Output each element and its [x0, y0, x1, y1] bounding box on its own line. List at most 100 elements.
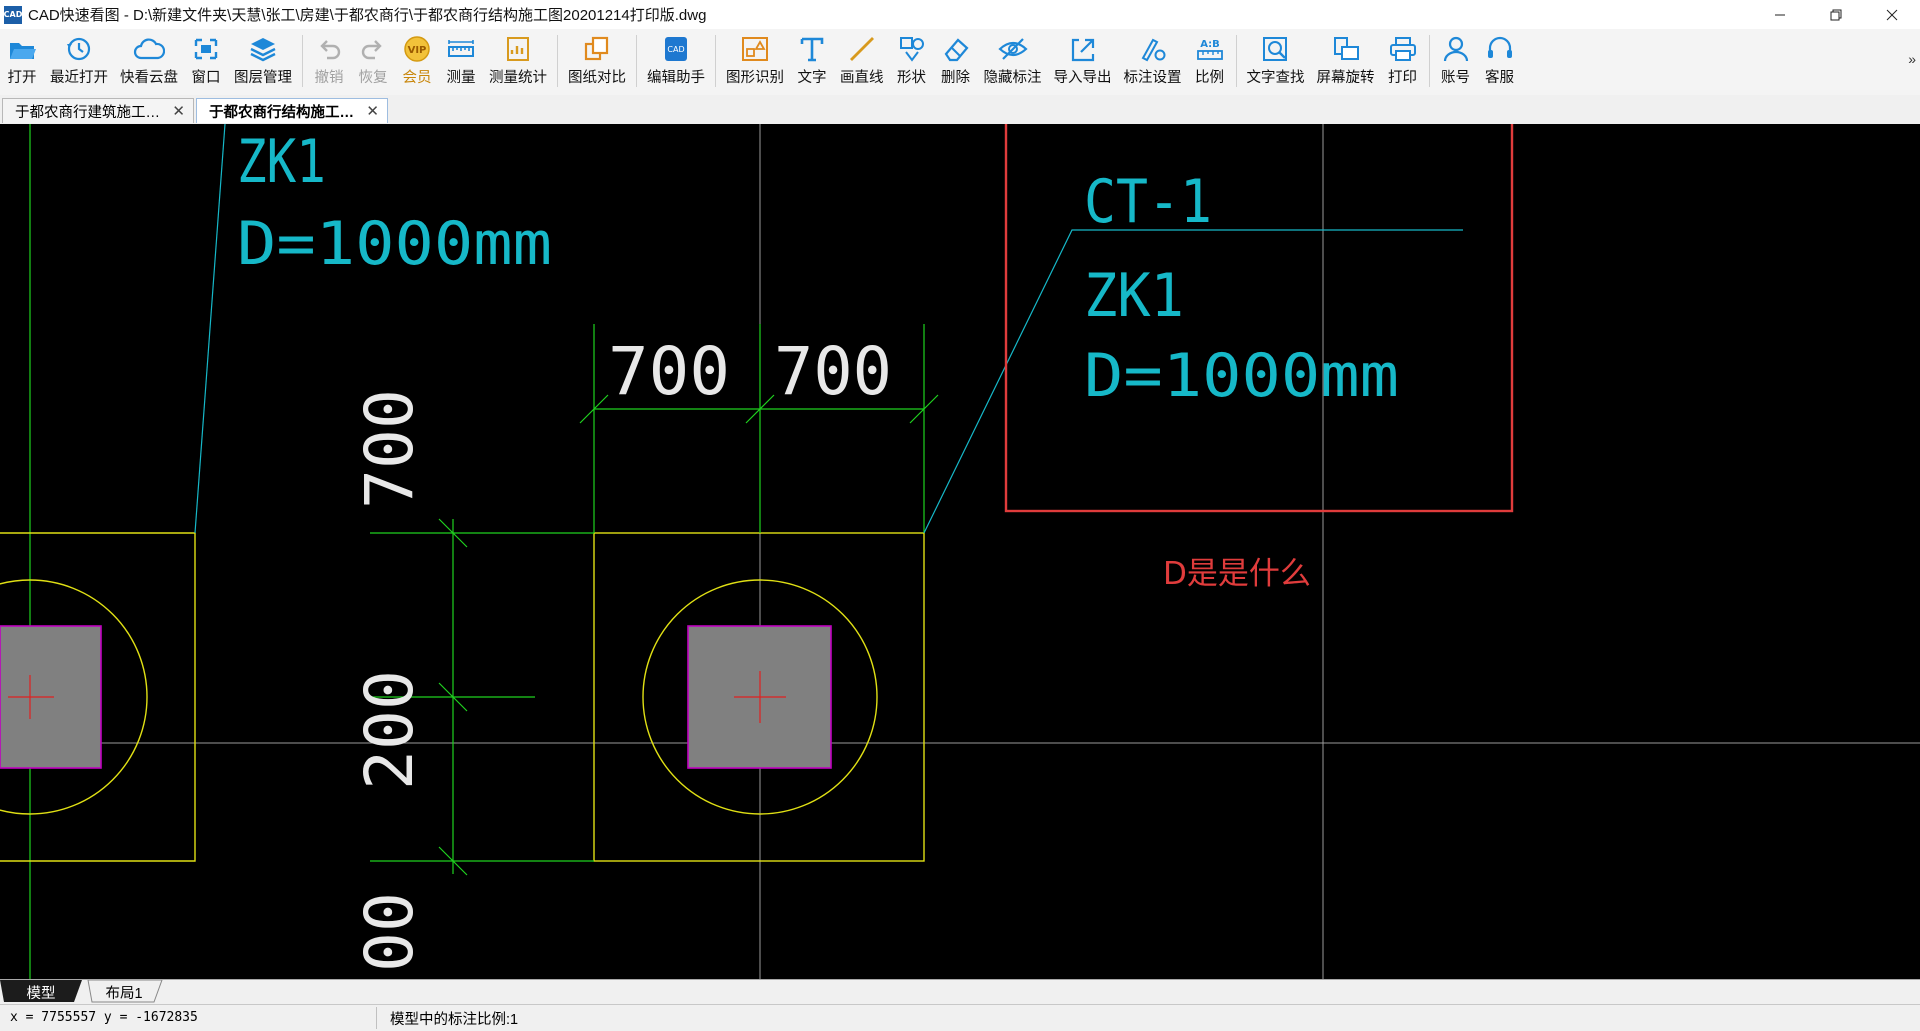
delete-button[interactable]: 删除 — [934, 29, 978, 91]
scale-label: 比例 — [1195, 70, 1224, 86]
annotation-scale: 模型中的标注比例:1 — [390, 1012, 519, 1028]
toolbar-divider — [1428, 35, 1430, 87]
hide-annotation-label: 隐藏标注 — [983, 70, 1042, 86]
tab-model[interactable]: 模型 — [6, 980, 76, 1004]
layers-icon — [250, 38, 276, 62]
compare-icon — [584, 36, 609, 61]
cad-drawing: ZK1 D=1000mm 700 700 700 200 00 CT-1 ZK1… — [0, 124, 1920, 979]
toolbar-overflow-icon[interactable]: » — [1908, 51, 1916, 67]
shape-recognize-button[interactable]: 图形识别 — [720, 29, 790, 91]
dim-text-700: 700 — [608, 333, 730, 410]
measure-button[interactable]: 测量 — [439, 29, 483, 91]
layer-manager-button[interactable]: 图层管理 — [228, 29, 298, 91]
recent-clock-icon — [67, 37, 91, 61]
ruler-icon — [448, 40, 474, 57]
edit-assistant-label: 编辑助手 — [647, 70, 705, 86]
shapes-icon — [899, 37, 924, 62]
leader-line — [194, 124, 226, 534]
customer-service-button[interactable]: 客服 — [1478, 29, 1522, 91]
rotate-screen-button[interactable]: 屏幕旋转 — [1311, 29, 1381, 91]
undo-button[interactable]: 撤销 — [307, 29, 351, 91]
restore-button[interactable] — [1808, 0, 1864, 29]
dim-text-700: 700 — [774, 333, 892, 410]
print-button[interactable]: 打印 — [1381, 29, 1425, 91]
toolbar-divider — [302, 35, 303, 87]
text-search-icon — [1262, 37, 1287, 61]
document-tab-bar: 于都农商行建筑施工… ✕ 于都农商行结构施工… ✕ — [0, 95, 1920, 125]
dim-text-00-vertical: 00 — [351, 892, 428, 972]
tab-label: 于都农商行建筑施工… — [15, 104, 160, 121]
dim-text-700-vertical: 700 — [351, 389, 428, 509]
svg-text:A:B: A:B — [1200, 39, 1220, 50]
undo-icon — [320, 40, 341, 60]
cloud-disk-label: 快看云盘 — [120, 70, 178, 86]
scale-icon: A:B — [1196, 39, 1223, 60]
close-window-button[interactable] — [1864, 0, 1920, 29]
toolbar-divider — [715, 35, 716, 87]
edit-assistant-icon: CAD — [665, 37, 687, 61]
compare-drawings-button[interactable]: 图纸对比 — [562, 29, 632, 91]
eraser-icon — [944, 38, 969, 62]
delete-label: 删除 — [941, 70, 970, 86]
print-label: 打印 — [1388, 70, 1417, 86]
pile-cap-label-ct1: CT-1 — [1084, 167, 1212, 237]
dim-text-200-vertical: 200 — [351, 670, 428, 790]
headset-icon — [1487, 36, 1512, 58]
tab-architecture-drawing[interactable]: 于都农商行建筑施工… ✕ — [2, 98, 194, 123]
draw-line-button[interactable]: 画直线 — [834, 29, 890, 91]
layer-manager-label: 图层管理 — [234, 70, 292, 86]
tab-structure-drawing[interactable]: 于都农商行结构施工… ✕ — [196, 98, 388, 123]
tab-label: 于都农商行结构施工… — [209, 104, 354, 121]
app-logo-icon: CAD — [4, 5, 22, 24]
toolbar-divider — [636, 35, 637, 87]
redo-icon — [361, 40, 382, 60]
undo-label: 撤销 — [314, 70, 344, 86]
tab-close-icon[interactable]: ✕ — [366, 102, 379, 120]
toolbar-divider — [557, 35, 558, 87]
tab-close-icon[interactable]: ✕ — [172, 102, 185, 120]
pile-label-zk1-top: ZK1 — [237, 126, 326, 196]
text-label: 文字 — [797, 70, 827, 86]
draw-line-label: 画直线 — [840, 70, 884, 86]
annotation-settings-button[interactable]: 标注设置 — [1118, 29, 1188, 91]
import-export-button[interactable]: 导入导出 — [1048, 29, 1118, 91]
recent-open-label: 最近打开 — [50, 70, 108, 86]
measure-stats-button[interactable]: 测量统计 — [483, 29, 553, 91]
text-button[interactable]: 文字 — [790, 29, 834, 91]
minimize-button[interactable] — [1752, 0, 1808, 29]
close-icon — [1886, 9, 1898, 20]
toolbar-divider — [1235, 35, 1237, 87]
hide-annotation-button[interactable]: 隐藏标注 — [978, 29, 1048, 91]
open-button[interactable]: 打开 — [0, 29, 44, 91]
shape-recognize-icon — [742, 37, 768, 61]
pile-label-zk1: ZK1 — [1084, 261, 1184, 331]
measure-stats-icon — [507, 37, 529, 61]
shapes-button[interactable]: 形状 — [890, 29, 934, 91]
scale-button[interactable]: A:B 比例 — [1188, 29, 1232, 91]
text-search-label: 文字查找 — [1246, 70, 1305, 86]
highlight-box — [1004, 124, 1514, 513]
vip-icon: VIP — [404, 36, 430, 62]
recent-open-button[interactable]: 最近打开 — [44, 29, 114, 91]
window-controls — [1752, 0, 1920, 29]
account-button[interactable]: 账号 — [1434, 29, 1478, 91]
measure-stats-label: 测量统计 — [489, 70, 547, 86]
svg-text:CAD: CAD — [667, 45, 684, 54]
redo-button[interactable]: 恢复 — [351, 29, 395, 91]
folder-open-icon — [10, 43, 36, 59]
import-export-label: 导入导出 — [1053, 70, 1112, 86]
window-button[interactable]: 窗口 — [184, 29, 228, 91]
tab-layout1-label: 布局1 — [105, 985, 143, 1002]
edit-assistant-button[interactable]: CAD 编辑助手 — [641, 29, 711, 91]
redo-label: 恢复 — [358, 70, 388, 86]
line-icon — [849, 37, 874, 61]
text-search-button[interactable]: 文字查找 — [1241, 29, 1311, 91]
layout-tab-bar: 模型 布局1 — [0, 979, 1920, 1005]
minimize-icon — [1775, 14, 1785, 15]
drawing-canvas[interactable]: ZK1 D=1000mm 700 700 700 200 00 CT-1 ZK1… — [0, 124, 1920, 979]
svg-text:VIP: VIP — [408, 45, 427, 56]
printer-icon — [1389, 37, 1416, 61]
tab-layout1[interactable]: 布局1 — [90, 980, 158, 1004]
vip-button[interactable]: VIP 会员 — [395, 29, 439, 91]
cloud-disk-button[interactable]: 快看云盘 — [114, 29, 184, 91]
